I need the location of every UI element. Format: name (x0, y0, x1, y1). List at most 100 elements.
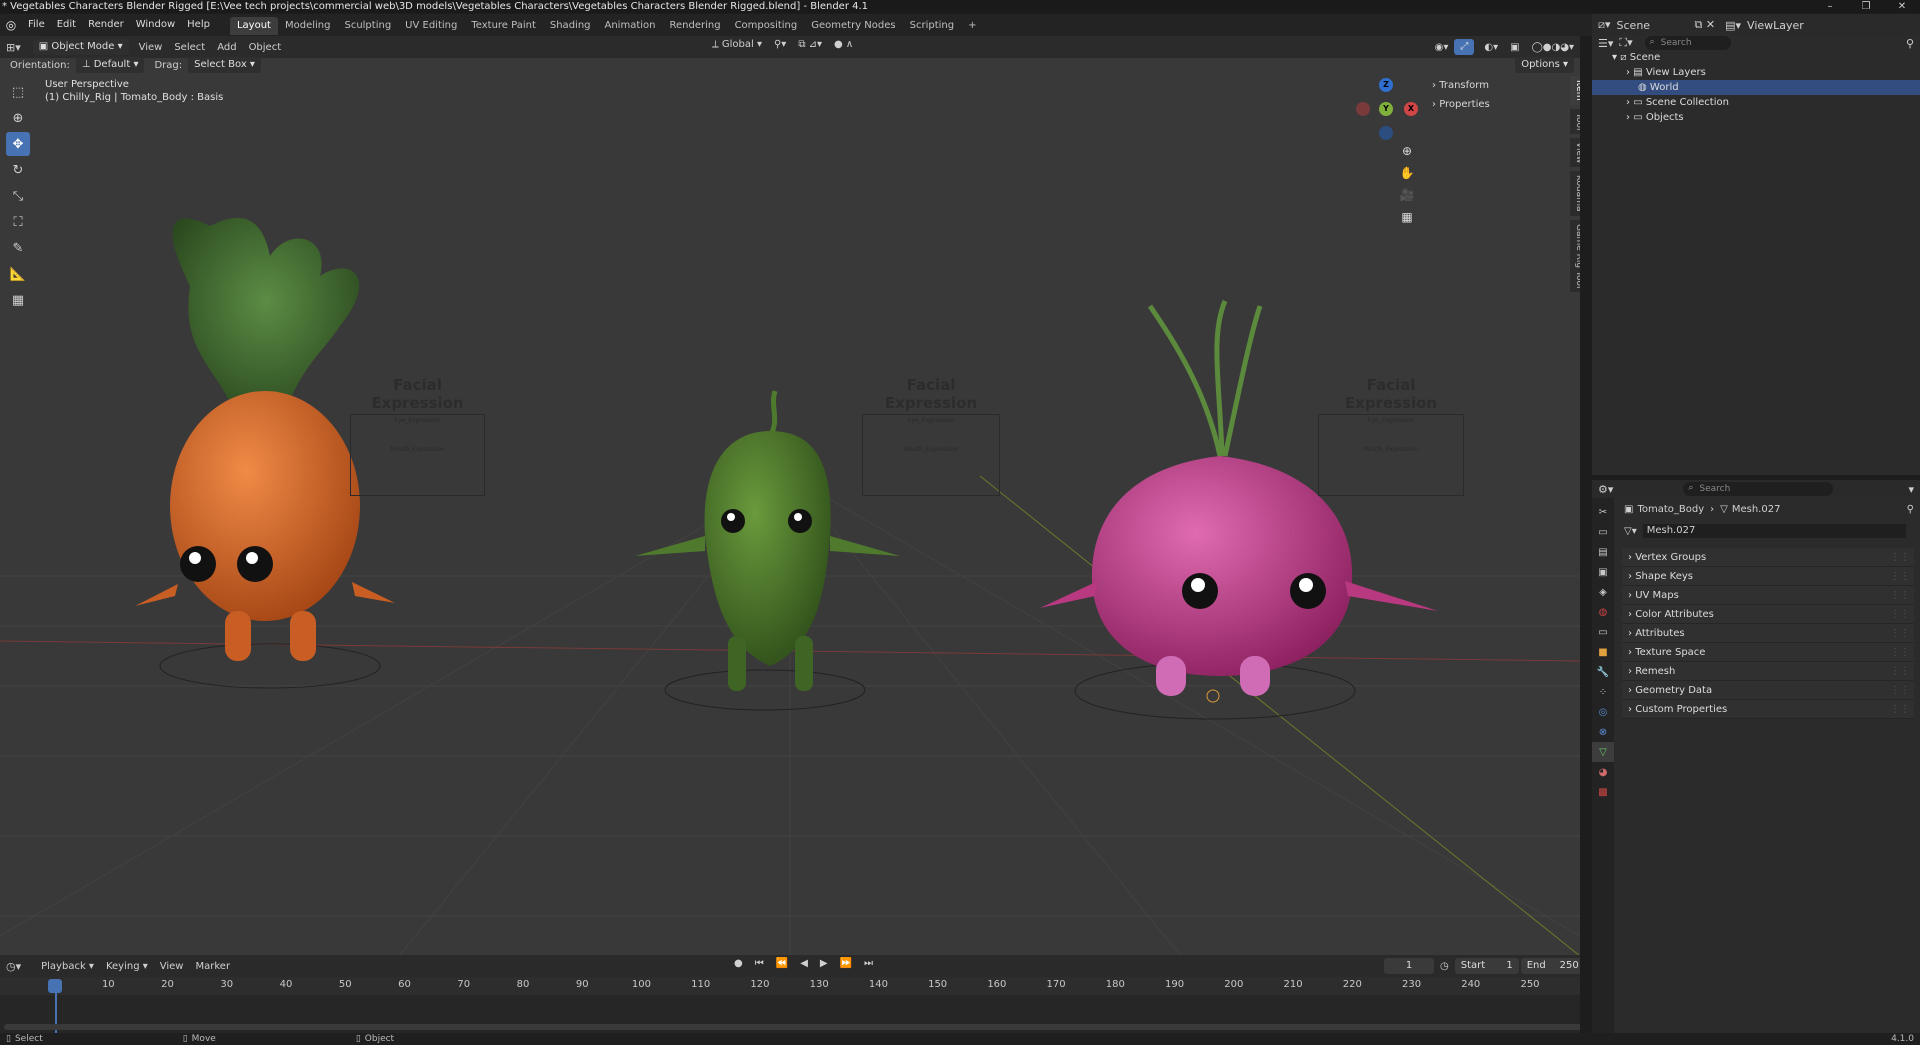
add-workspace-button[interactable]: + (961, 17, 983, 35)
collection-tab-icon[interactable]: ▭ (1592, 622, 1614, 642)
menu-help[interactable]: Help (181, 14, 216, 36)
scene-selector[interactable]: Scene (1617, 19, 1695, 32)
tab-scripting[interactable]: Scripting (903, 17, 961, 35)
outliner-row-world[interactable]: ◍ World (1592, 80, 1920, 95)
current-frame-field[interactable]: 1 (1384, 958, 1434, 974)
maximize-button[interactable]: ❐ (1848, 0, 1884, 13)
drag-grip-icon[interactable]: ⋮⋮ (1890, 643, 1910, 662)
scene-tab-icon[interactable]: ◈ (1592, 582, 1614, 602)
drag-grip-icon[interactable]: ⋮⋮ (1890, 548, 1910, 567)
drag-grip-icon[interactable]: ⋮⋮ (1890, 624, 1910, 643)
shading-modes-icon[interactable]: ◯●◑◕▾ (1526, 42, 1580, 53)
mode-dropdown[interactable]: ▣ Object Mode ▾ (32, 39, 129, 55)
options-dropdown[interactable]: Options ▾ (1515, 57, 1574, 73)
gizmo-z[interactable]: Z (1379, 78, 1393, 92)
properties-panel[interactable]: › Properties (1432, 95, 1564, 114)
facial-board-onion[interactable]: Facial Expression Eye_Expression Mouth_E… (1318, 376, 1464, 496)
gizmo-x[interactable]: X (1404, 102, 1418, 116)
modifier-tab-icon[interactable]: 🔧 (1592, 662, 1614, 682)
menu-object[interactable]: Object (243, 42, 288, 53)
overlay-icon[interactable]: ◐▾ (1478, 42, 1504, 53)
drag-grip-icon[interactable]: ⋮⋮ (1890, 605, 1910, 624)
world-tab-icon[interactable]: ◍ (1592, 602, 1614, 622)
gizmo-neg-x[interactable] (1356, 102, 1370, 116)
particles-tab-icon[interactable]: ⁘ (1592, 682, 1614, 702)
texture-tab-icon[interactable]: ▩ (1592, 782, 1614, 802)
panel-uv-maps[interactable]: › UV Maps ⋮⋮ (1622, 586, 1914, 605)
panel-texture-space[interactable]: › Texture Space ⋮⋮ (1622, 643, 1914, 662)
view-layer-tab-icon[interactable]: ▣ (1592, 562, 1614, 582)
annotate-icon[interactable]: ✎ (6, 236, 30, 260)
tool-tab-icon[interactable]: ✂ (1592, 502, 1614, 522)
drag-grip-icon[interactable]: ⋮⋮ (1890, 700, 1910, 719)
panel-vertex-groups[interactable]: › Vertex Groups ⋮⋮ (1622, 548, 1914, 567)
menu-edit[interactable]: Edit (51, 14, 82, 36)
tab-sculpting[interactable]: Sculpting (337, 17, 398, 35)
timeline-scrollbar[interactable] (4, 1024, 1584, 1030)
pin-icon[interactable]: ⚲ (1907, 504, 1914, 515)
blender-logo-icon[interactable]: ◎ (0, 18, 22, 32)
material-tab-icon[interactable]: ◕ (1592, 762, 1614, 782)
datablock-selector[interactable]: ▽▾ Mesh.027 (1614, 520, 1920, 542)
tab-compositing[interactable]: Compositing (728, 17, 805, 35)
facial-board-pepper[interactable]: Facial Expression Eye_Expression Mouth_E… (862, 376, 1000, 496)
timeline-track[interactable]: 1102030405060708090100110120130140150160… (0, 977, 1588, 1033)
scene-icon[interactable]: ⧄▾ (1598, 18, 1611, 32)
tab-shading[interactable]: Shading (543, 17, 598, 35)
drag-grip-icon[interactable]: ⋮⋮ (1890, 567, 1910, 586)
tab-modeling[interactable]: Modeling (278, 17, 338, 35)
orientation-dropdown[interactable]: ⊥ Default ▾ (75, 57, 145, 73)
pan-hand-icon[interactable]: ✋ (1396, 162, 1418, 184)
measure-icon[interactable]: 📐 (6, 262, 30, 286)
move-icon[interactable]: ✥ (6, 132, 30, 156)
filter-icon[interactable]: ⚲ (1906, 37, 1914, 50)
gizmo-y[interactable]: Y (1379, 102, 1393, 116)
tab-texture-paint[interactable]: Texture Paint (464, 17, 543, 35)
drag-dropdown[interactable]: Select Box ▾ (188, 57, 261, 73)
drag-grip-icon[interactable]: ⋮⋮ (1890, 681, 1910, 700)
menu-render[interactable]: Render (82, 14, 130, 36)
panel-geometry-data[interactable]: › Geometry Data ⋮⋮ (1622, 681, 1914, 700)
zoom-icon[interactable]: ⊕ (1396, 140, 1418, 162)
menu-select[interactable]: Select (168, 42, 211, 53)
panel-shape-keys[interactable]: › Shape Keys ⋮⋮ (1622, 567, 1914, 586)
outliner-row-scene-collection[interactable]: › ▭ Scene Collection (1592, 95, 1920, 110)
transform-orientation-dropdown[interactable]: ⟂ Global ▾ (706, 39, 768, 50)
clock-icon[interactable]: ◷ (1434, 961, 1455, 972)
transform-panel[interactable]: › Transform (1432, 76, 1564, 95)
facial-board-carrot[interactable]: Facial Expression Eye_Expression Mouth_E… (350, 376, 485, 496)
tab-geometry-nodes[interactable]: Geometry Nodes (804, 17, 902, 35)
outliner-row-view-layers[interactable]: › ▤ View Layers (1592, 65, 1920, 80)
panel-remesh[interactable]: › Remesh ⋮⋮ (1622, 662, 1914, 681)
menu-keying[interactable]: Keying ▾ (100, 961, 154, 972)
cursor-icon[interactable]: ⊕ (6, 106, 30, 130)
camera-icon[interactable]: 🎥 (1396, 184, 1418, 206)
drag-grip-icon[interactable]: ⋮⋮ (1890, 586, 1910, 605)
menu-add[interactable]: Add (211, 42, 242, 53)
navigation-gizmo[interactable]: Z Y X (1356, 78, 1418, 140)
tab-rendering[interactable]: Rendering (662, 17, 727, 35)
select-box-icon[interactable]: ⬚ (6, 80, 30, 104)
menu-view[interactable]: View (154, 961, 190, 972)
prev-key-icon[interactable]: ⏪ (770, 958, 794, 969)
menu-window[interactable]: Window (130, 14, 181, 36)
start-frame-field[interactable]: Start 1 (1454, 958, 1519, 974)
area-divider[interactable] (1580, 36, 1592, 1033)
display-mode-icon[interactable]: ⛶▾ (1619, 36, 1632, 50)
autokey-icon[interactable]: ● (728, 958, 749, 969)
outliner-editor-icon[interactable]: ☰▾ (1598, 37, 1613, 50)
properties-options-icon[interactable]: ▾ (1908, 483, 1914, 496)
view-layer-selector[interactable]: ViewLayer (1747, 19, 1804, 32)
xray-icon[interactable]: ▣ (1504, 42, 1525, 53)
drag-grip-icon[interactable]: ⋮⋮ (1890, 662, 1910, 681)
jump-start-icon[interactable]: ⏮ (749, 958, 770, 969)
menu-file[interactable]: File (22, 14, 51, 36)
gizmo-neg-z[interactable] (1379, 126, 1393, 140)
constraints-tab-icon[interactable]: ⊗ (1592, 722, 1614, 742)
3d-viewport[interactable]: Facial Expression Eye_Expression Mouth_E… (0, 36, 1580, 955)
play-icon[interactable]: ▶ (814, 958, 834, 969)
view-layer-icon[interactable]: ▤▾ (1725, 19, 1741, 32)
minimize-button[interactable]: – (1812, 0, 1848, 13)
object-tab-icon[interactable]: ■ (1592, 642, 1614, 662)
timeline-editor-icon[interactable]: ◷▾ (6, 960, 21, 973)
